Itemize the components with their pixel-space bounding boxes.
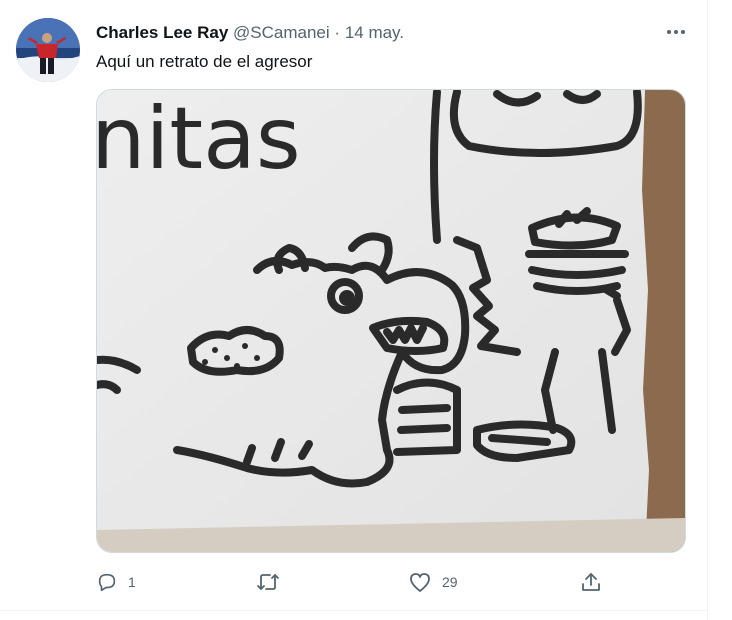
- share-button[interactable]: [580, 566, 602, 598]
- meta-separator: ·: [334, 23, 341, 42]
- tweet-photo[interactable]: nitas: [96, 89, 686, 553]
- avatar-image: [16, 18, 80, 82]
- timeline-divider: [707, 0, 708, 620]
- drawing-image: nitas: [97, 90, 685, 552]
- author-handle[interactable]: @SCamanei: [233, 23, 330, 42]
- share-icon: [582, 573, 600, 591]
- retweet-icon: [257, 574, 279, 590]
- reply-button[interactable]: 1: [96, 566, 136, 598]
- more-horizontal-icon: [667, 30, 685, 34]
- heart-icon: [410, 573, 430, 592]
- avatar[interactable]: [16, 18, 80, 82]
- reply-count: 1: [128, 574, 136, 590]
- reply-icon: [98, 573, 116, 592]
- retweet-button[interactable]: [256, 566, 290, 598]
- tweet-date[interactable]: 14 may.: [345, 23, 404, 42]
- more-options-button[interactable]: [662, 20, 690, 44]
- tweet-separator: [0, 610, 708, 611]
- like-count: 29: [442, 574, 458, 590]
- author-name[interactable]: Charles Lee Ray: [96, 23, 228, 42]
- tweet-header: Charles Lee Ray @SCamanei · 14 may.: [96, 22, 404, 44]
- drawing-text: nitas: [97, 90, 301, 189]
- tweet-actions: 1 29: [96, 566, 616, 598]
- tweet-text: Aquí un retrato de el agresor: [96, 52, 313, 71]
- like-button[interactable]: 29: [408, 566, 458, 598]
